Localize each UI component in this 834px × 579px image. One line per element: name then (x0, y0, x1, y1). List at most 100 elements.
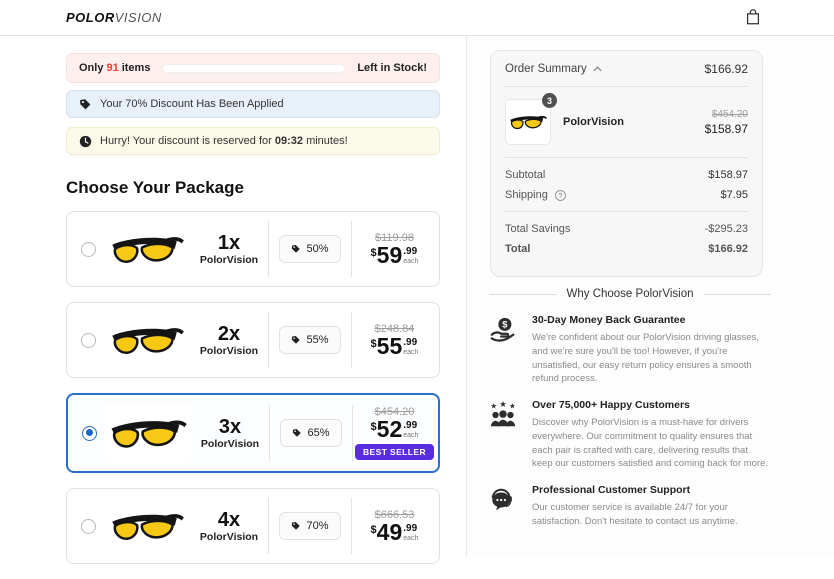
tag-icon (291, 335, 301, 345)
hurry-text-post: minutes! (306, 135, 348, 147)
tag-icon (291, 521, 301, 531)
package-qty: 4x (190, 509, 268, 531)
package-option-3x[interactable]: 3x PolorVision 65% $454.20 $ 52 .99 each… (66, 393, 440, 473)
shipping-help-icon[interactable]: ? (555, 190, 566, 201)
price-dollars: 55 (377, 335, 403, 358)
hurry-timer: 09:32 (275, 135, 303, 147)
stock-banner: Only 91 items Left in Stock! (66, 53, 440, 83)
radio-3x-selected[interactable] (82, 426, 97, 441)
item-quantity-badge: 3 (542, 93, 557, 108)
package-brand: PolorVision (190, 254, 268, 266)
price-unit: each (403, 258, 418, 265)
cart-icon[interactable] (744, 8, 762, 26)
new-price: $ 49 .99 each (371, 521, 419, 544)
shipping-label: Shipping (505, 189, 548, 201)
clock-icon (79, 135, 92, 148)
order-summary-card: Order Summary $166.92 3 PolorVision $454… (490, 50, 763, 277)
subtotal-row: Subtotal $158.97 (505, 169, 748, 181)
brand-logo[interactable]: POLORVISION (66, 10, 162, 25)
svg-text:$: $ (502, 320, 508, 330)
price-cents: .99 (403, 338, 417, 348)
price-unit: each (403, 535, 418, 542)
subtotal-value: $158.97 (708, 169, 748, 181)
feature-money-back: $ 30-Day Money Back Guarantee We're conf… (489, 314, 771, 386)
price-block: $119.98 $ 59 .99 each (352, 232, 437, 267)
why-choose-section: Why Choose PolorVision $ 30-Day Money Ba… (489, 288, 771, 542)
radio-1x[interactable] (81, 242, 96, 257)
product-image (104, 500, 190, 552)
feature-happy-customers: ★ ★ ★ Over 75,000+ Happy Customers Disco… (489, 399, 771, 471)
discount-percent: 65% (307, 427, 329, 439)
chevron-up-icon (593, 66, 602, 72)
total-row: Total $166.92 (505, 243, 748, 268)
package-option-2x[interactable]: 2x PolorVision 55% $248.84 $ 55 .99 each (66, 302, 440, 378)
total-value: $166.92 (708, 243, 748, 255)
feature-title: Over 75,000+ Happy Customers (532, 399, 771, 411)
stock-text-suffix: items (122, 62, 151, 74)
happy-customers-icon: ★ ★ ★ (489, 399, 519, 471)
hurry-banner: Hurry! Your discount is reserved for 09:… (66, 127, 440, 155)
package-brand: PolorVision (190, 345, 268, 357)
stock-progress-track (162, 64, 345, 73)
package-qty: 3x (191, 416, 269, 438)
title-rule-left (489, 294, 557, 295)
package-option-1x[interactable]: 1x PolorVision 50% $119.98 $ 59 .99 each (66, 211, 440, 287)
package-qty-block: 4x PolorVision (190, 509, 268, 543)
discount-badge: 65% (280, 419, 341, 447)
price-dollars: 52 (377, 418, 403, 441)
order-sidebar: Order Summary $166.92 3 PolorVision $454… (467, 36, 834, 556)
svg-text:★: ★ (499, 401, 507, 409)
best-seller-badge: BEST SELLER (355, 444, 434, 460)
top-header: POLORVISION (0, 0, 834, 36)
stock-text-prefix: Only (79, 62, 103, 74)
discount-percent: 50% (306, 243, 328, 255)
discount-banner-text: Your 70% Discount Has Been Applied (100, 98, 284, 110)
order-summary-toggle[interactable]: Order Summary $166.92 (505, 51, 748, 87)
feature-text: Discover why PolorVision is a must-have … (532, 416, 771, 471)
price-block: $248.84 $ 55 .99 each (352, 323, 437, 358)
customer-support-icon (489, 484, 519, 529)
discount-badge: 70% (279, 512, 340, 540)
price-block: $666.53 $ 49 .99 each (352, 509, 437, 544)
why-choose-title-row: Why Choose PolorVision (489, 288, 771, 300)
why-choose-title: Why Choose PolorVision (567, 288, 694, 300)
shipping-row: Shipping ? $7.95 (505, 189, 748, 201)
package-qty-block: 3x PolorVision (191, 416, 269, 450)
package-option-4x[interactable]: 4x PolorVision 70% $666.53 $ 49 .99 each (66, 488, 440, 564)
package-qty-block: 2x PolorVision (190, 323, 268, 357)
svg-text:★: ★ (509, 402, 516, 411)
new-price: $ 55 .99 each (371, 335, 419, 358)
feature-title: Professional Customer Support (532, 484, 771, 496)
tag-icon (291, 244, 301, 254)
price-cents: .99 (403, 247, 417, 257)
stock-count: 91 (106, 62, 118, 74)
discount-badge: 55% (279, 326, 340, 354)
feature-text: Our customer service is available 24/7 f… (532, 501, 771, 529)
radio-2x[interactable] (81, 333, 96, 348)
package-qty: 2x (190, 323, 268, 345)
savings-value: -$295.23 (705, 223, 748, 235)
package-brand: PolorVision (191, 438, 269, 450)
svg-text:★: ★ (490, 402, 497, 411)
order-summary-title: Order Summary (505, 63, 587, 75)
price-unit: each (403, 432, 418, 439)
total-label: Total (505, 243, 530, 255)
savings-row: Total Savings -$295.23 (505, 223, 748, 235)
new-price: $ 59 .99 each (371, 244, 419, 267)
main-content: Only 91 items Left in Stock! Your 70% Di… (66, 36, 440, 579)
discount-applied-banner: Your 70% Discount Has Been Applied (66, 90, 440, 118)
feature-text: We're confident about our PolorVision dr… (532, 331, 771, 386)
page-title: Choose Your Package (66, 178, 440, 198)
order-item-row: 3 PolorVision $454.20 $158.97 (505, 87, 748, 158)
hurry-text-pre: Hurry! Your discount is reserved for (100, 135, 272, 147)
discount-percent: 70% (306, 520, 328, 532)
radio-4x[interactable] (81, 519, 96, 534)
shipping-value: $7.95 (720, 189, 748, 201)
price-dollars: 49 (377, 521, 403, 544)
stock-right-label: Left in Stock! (357, 62, 427, 74)
savings-label: Total Savings (505, 223, 570, 235)
subtotal-label: Subtotal (505, 169, 545, 181)
order-item-old-price: $454.20 (705, 109, 748, 120)
feature-customer-support: Professional Customer Support Our custom… (489, 484, 771, 529)
title-rule-right (704, 294, 772, 295)
